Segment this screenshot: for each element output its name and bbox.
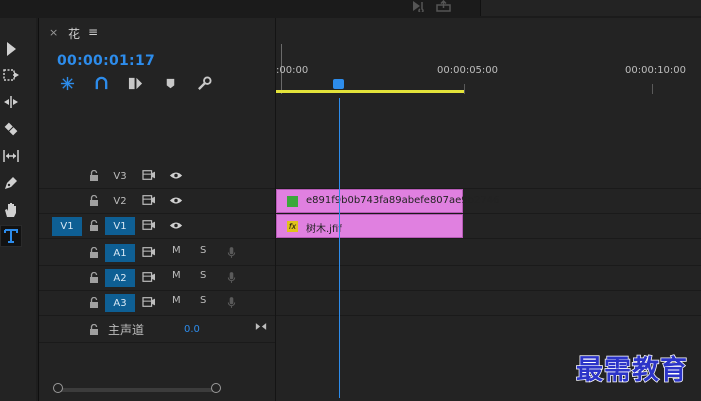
track-target-v1[interactable]: V1	[105, 217, 135, 235]
ruler-tick	[652, 84, 653, 94]
tools-panel	[0, 18, 36, 401]
timeline-settings-icon[interactable]	[196, 75, 212, 91]
work-area-bar[interactable]	[276, 90, 464, 93]
add-marker-icon[interactable]	[162, 75, 178, 91]
voice-over-record-icon[interactable]	[223, 245, 239, 259]
clip-v1[interactable]: fx 树木.jfif	[276, 214, 463, 238]
playhead-line[interactable]	[339, 98, 340, 398]
playhead-timecode[interactable]: 00:00:01:17	[57, 53, 155, 69]
playhead-handle[interactable]	[333, 79, 344, 89]
toggle-output-eye-icon[interactable]	[168, 168, 184, 182]
selection-tool-icon[interactable]	[0, 38, 22, 60]
panel-menu-icon[interactable]: ≡	[88, 25, 98, 39]
sequence-tab-title[interactable]: 花	[68, 25, 80, 42]
ruler-label: 00:00:05:00	[437, 65, 499, 76]
master-volume-value[interactable]: 0.0	[184, 324, 200, 335]
lock-icon[interactable]	[89, 219, 99, 231]
track-header-a3: A3 M S	[39, 291, 275, 316]
lock-icon[interactable]	[89, 323, 99, 335]
nest-sequence-icon[interactable]	[59, 75, 75, 91]
sync-lock-icon[interactable]	[141, 218, 157, 232]
toggle-output-eye-icon[interactable]	[168, 218, 184, 232]
ruler-label: 00:00:10:00	[625, 65, 687, 76]
track-target-v3[interactable]: V3	[105, 167, 135, 185]
razor-tool-icon[interactable]	[0, 118, 22, 140]
mute-button[interactable]: M	[172, 270, 181, 281]
mute-button[interactable]: M	[172, 245, 181, 256]
hand-tool-icon[interactable]	[0, 199, 22, 221]
audio-clip-icon[interactable]	[412, 0, 426, 15]
track-target-a1[interactable]: A1	[105, 244, 135, 262]
voice-over-record-icon[interactable]	[223, 270, 239, 284]
mute-button[interactable]: M	[172, 295, 181, 306]
solo-button[interactable]: S	[200, 245, 206, 256]
clip-name: e891f9b0b743fa89abefe807ae9b2746	[306, 195, 500, 206]
sync-lock-icon[interactable]	[141, 270, 157, 284]
clip-v2[interactable]: fx e891f9b0b743fa89abefe807ae9b2746	[276, 189, 499, 213]
lock-icon[interactable]	[89, 271, 99, 283]
pen-tool-icon[interactable]	[0, 172, 22, 194]
lock-icon[interactable]	[89, 246, 99, 258]
sync-lock-icon[interactable]	[141, 295, 157, 309]
master-track-label: 主声道	[108, 323, 145, 337]
clip-name: 树木.jfif	[306, 224, 342, 235]
slip-tool-icon[interactable]	[0, 145, 22, 167]
snap-icon[interactable]	[93, 75, 109, 91]
lock-icon[interactable]	[89, 296, 99, 308]
time-ruler[interactable]: :00:00 00:00:05:00 00:00:10:00	[276, 44, 701, 94]
watermark-logo: 最需教育	[575, 354, 688, 387]
lock-icon[interactable]	[89, 169, 99, 181]
track-headers: V3 V2 V1 V1 A1 M S A2 M S A3 M S 主声道 0.0	[39, 110, 275, 400]
source-patch-video[interactable]: V1	[52, 217, 82, 236]
solo-button[interactable]: S	[200, 295, 206, 306]
track-target-v2[interactable]: V2	[105, 192, 135, 210]
lock-icon[interactable]	[89, 194, 99, 206]
scrollbar-left-handle[interactable]	[53, 383, 63, 393]
fx-badge-icon: fx	[287, 196, 298, 207]
top-panel-strip	[0, 0, 701, 18]
track-header-a1: A1 M S	[39, 241, 275, 266]
ripple-edit-tool-icon[interactable]	[0, 91, 22, 113]
voice-over-record-icon[interactable]	[223, 295, 239, 309]
fx-badge-icon: fx	[287, 221, 298, 232]
track-header-a2: A2 M S	[39, 266, 275, 291]
sync-lock-icon[interactable]	[141, 193, 157, 207]
track-select-tool-icon[interactable]	[0, 64, 22, 86]
type-tool-icon[interactable]	[0, 225, 22, 247]
track-header-v1: V1 V1	[39, 214, 275, 239]
ruler-tick	[464, 84, 465, 94]
track-header-v2: V2	[39, 189, 275, 214]
solo-button[interactable]: S	[200, 270, 206, 281]
track-header-v3: V3	[39, 164, 275, 189]
timeline-panel: × 花 ≡ 00:00:01:17 :00:00 00:00:05:00 00:…	[38, 18, 701, 401]
go-to-end-icon[interactable]	[253, 319, 269, 333]
export-frame-icon[interactable]	[436, 0, 452, 15]
scrollbar-right-handle[interactable]	[211, 383, 221, 393]
sync-lock-icon[interactable]	[141, 168, 157, 182]
track-target-a3[interactable]: A3	[105, 294, 135, 312]
ruler-label: :00:00	[276, 65, 309, 76]
linked-selection-icon[interactable]	[127, 75, 143, 91]
timeline-tab-bar: × 花 ≡	[39, 18, 701, 44]
top-icons	[412, 0, 458, 14]
scrollbar-track[interactable]	[57, 388, 217, 392]
track-header-master: 主声道 0.0	[39, 316, 275, 343]
top-right-panel	[480, 0, 701, 16]
track-target-a2[interactable]: A2	[105, 269, 135, 287]
toggle-output-eye-icon[interactable]	[168, 193, 184, 207]
sync-lock-icon[interactable]	[141, 245, 157, 259]
close-tab-button[interactable]: ×	[49, 26, 58, 39]
